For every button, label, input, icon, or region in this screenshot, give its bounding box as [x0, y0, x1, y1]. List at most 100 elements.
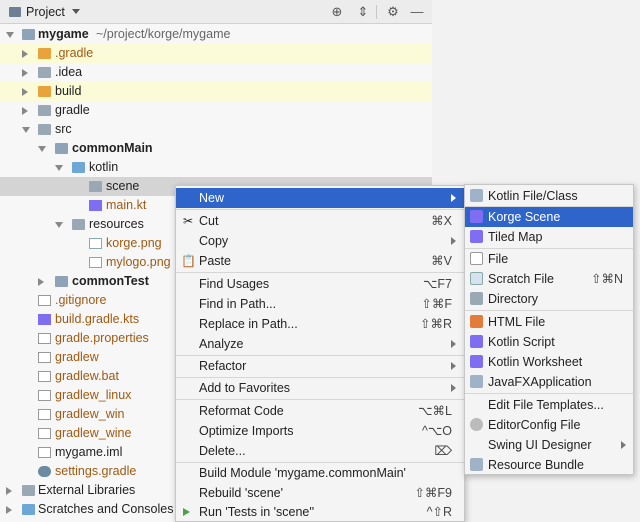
submenu-item-resource-bundle[interactable]: Resource Bundle	[465, 455, 633, 475]
menu-item-replace-in-path[interactable]: Replace in Path... ⇧⌘R	[176, 314, 464, 334]
tree-row-gradle[interactable]: gradle	[0, 101, 432, 120]
submenu-item-directory[interactable]: Directory	[465, 289, 633, 309]
crosshair-icon[interactable]: ⊕	[328, 3, 346, 21]
gradle-file-icon	[38, 466, 51, 477]
submenu-arrow-icon	[451, 194, 456, 202]
tree-label: commonTest	[72, 274, 149, 288]
folder-icon	[38, 48, 51, 59]
menu-shortcut: ⇧⌘F9	[414, 486, 452, 500]
javafx-icon	[470, 375, 483, 388]
kotlin-script-icon	[470, 335, 483, 348]
new-submenu: Kotlin File/Class Korge Scene Tiled Map …	[464, 184, 634, 475]
tree-label: mygame	[38, 27, 89, 41]
menu-item-label: Optimize Imports	[199, 424, 294, 438]
submenu-item-label: Korge Scene	[488, 210, 561, 224]
submenu-item-korge-scene[interactable]: Korge Scene	[465, 207, 633, 227]
menu-item-analyze[interactable]: Analyze	[176, 334, 464, 354]
submenu-item-kotlin-script[interactable]: Kotlin Script	[465, 332, 633, 352]
tree-label: .gitignore	[55, 293, 107, 307]
menu-item-label: Find Usages	[199, 277, 270, 291]
expand-arrow-icon[interactable]	[38, 146, 46, 152]
tree-label: resources	[89, 217, 144, 231]
expand-arrow-icon[interactable]	[22, 69, 28, 77]
panel-header: Project ⊕ ⇕ ⚙ —	[0, 0, 432, 24]
menu-item-refactor[interactable]: Refactor	[176, 356, 464, 376]
submenu-arrow-icon	[621, 441, 626, 449]
menu-item-label: Copy	[199, 234, 229, 248]
menu-item-rebuild[interactable]: Rebuild 'scene' ⇧⌘F9	[176, 483, 464, 503]
menu-item-delete[interactable]: Delete... ⌦	[176, 441, 464, 461]
menu-item-label: Analyze	[199, 337, 244, 351]
tree-row-idea[interactable]: .idea	[0, 63, 432, 82]
korge-icon	[470, 210, 483, 223]
menu-item-run-tests[interactable]: Run 'Tests in 'scene'' ^⇧R	[176, 502, 464, 522]
menu-item-reformat-code[interactable]: Reformat Code ⌥⌘L	[176, 401, 464, 421]
menu-item-cut[interactable]: ✂ Cut ⌘X	[176, 211, 464, 231]
tree-row-mygame[interactable]: mygame ~/project/korge/mygame	[0, 25, 432, 44]
expand-arrow-icon[interactable]	[55, 222, 63, 228]
menu-shortcut: ⌘V	[431, 254, 452, 268]
submenu-item-editorconfig[interactable]: EditorConfig File	[465, 415, 633, 435]
minimize-icon[interactable]: —	[408, 3, 426, 21]
submenu-item-javafx[interactable]: JavaFXApplication	[465, 372, 633, 392]
tree-row-gradle-hidden[interactable]: .gradle	[0, 44, 432, 63]
shell-file-icon	[38, 390, 51, 401]
properties-file-icon	[38, 333, 51, 344]
menu-item-build-module[interactable]: Build Module 'mygame.commonMain'	[176, 463, 464, 483]
tree-label: .idea	[55, 65, 83, 79]
gear-icon[interactable]: ⚙	[384, 3, 402, 21]
menu-item-copy[interactable]: Copy	[176, 231, 464, 251]
menu-shortcut: ⇧⌘N	[590, 272, 623, 286]
menu-item-label: Cut	[199, 214, 219, 228]
expand-arrow-icon[interactable]	[6, 506, 12, 514]
chevron-down-icon[interactable]	[72, 9, 80, 14]
tree-row-kotlin[interactable]: kotlin	[0, 158, 432, 177]
submenu-item-kotlin-file[interactable]: Kotlin File/Class	[465, 186, 633, 206]
submenu-item-swing-designer[interactable]: Swing UI Designer	[465, 435, 633, 455]
menu-item-add-to-favorites[interactable]: Add to Favorites	[176, 378, 464, 398]
folder-icon	[38, 86, 51, 97]
submenu-item-html-file[interactable]: HTML File	[465, 312, 633, 332]
tree-label: gradle	[55, 103, 90, 117]
expand-arrow-icon[interactable]	[6, 487, 12, 495]
submenu-item-tiled-map[interactable]: Tiled Map	[465, 227, 633, 247]
library-icon	[22, 485, 35, 496]
expand-arrow-icon[interactable]	[22, 127, 30, 133]
submenu-item-scratch-file[interactable]: Scratch File ⇧⌘N	[465, 269, 633, 289]
expand-arrow-icon[interactable]	[22, 107, 28, 115]
collapse-icon[interactable]: ⇕	[354, 3, 372, 21]
submenu-arrow-icon	[451, 362, 456, 370]
shell-file-icon	[38, 352, 51, 363]
menu-item-label: Reformat Code	[199, 404, 284, 418]
menu-item-new[interactable]: New	[176, 188, 464, 208]
menu-item-label: Paste	[199, 254, 231, 268]
menu-shortcut: ⇧⌘F	[421, 297, 452, 311]
submenu-item-label: Resource Bundle	[488, 458, 584, 472]
menu-item-paste[interactable]: 📋 Paste ⌘V	[176, 251, 464, 271]
menu-item-optimize-imports[interactable]: Optimize Imports ^⌥O	[176, 421, 464, 441]
tree-label: mygame.iml	[55, 445, 123, 459]
image-file-icon	[89, 238, 102, 249]
menu-separator	[465, 310, 633, 311]
batch-file-icon	[38, 371, 51, 382]
submenu-item-file[interactable]: File	[465, 249, 633, 269]
expand-arrow-icon[interactable]	[22, 88, 28, 96]
submenu-item-kotlin-worksheet[interactable]: Kotlin Worksheet	[465, 352, 633, 372]
expand-arrow-icon[interactable]	[22, 50, 28, 58]
panel-title[interactable]: Project	[26, 5, 65, 19]
menu-item-find-in-path[interactable]: Find in Path... ⇧⌘F	[176, 294, 464, 314]
submenu-item-edit-templates[interactable]: Edit File Templates...	[465, 395, 633, 415]
tree-label: gradlew	[55, 350, 99, 364]
tree-row-commonmain[interactable]: commonMain	[0, 139, 432, 158]
shell-file-icon	[38, 428, 51, 439]
tree-label: mylogo.png	[106, 255, 171, 269]
menu-item-find-usages[interactable]: Find Usages ⌥F7	[176, 274, 464, 294]
submenu-item-label: Edit File Templates...	[488, 398, 604, 412]
tree-row-src[interactable]: src	[0, 120, 432, 139]
expand-arrow-icon[interactable]	[6, 32, 14, 38]
run-icon	[183, 508, 190, 516]
tree-row-build[interactable]: build	[0, 82, 432, 101]
header-divider	[376, 5, 377, 19]
expand-arrow-icon[interactable]	[55, 165, 63, 171]
expand-arrow-icon[interactable]	[38, 278, 44, 286]
